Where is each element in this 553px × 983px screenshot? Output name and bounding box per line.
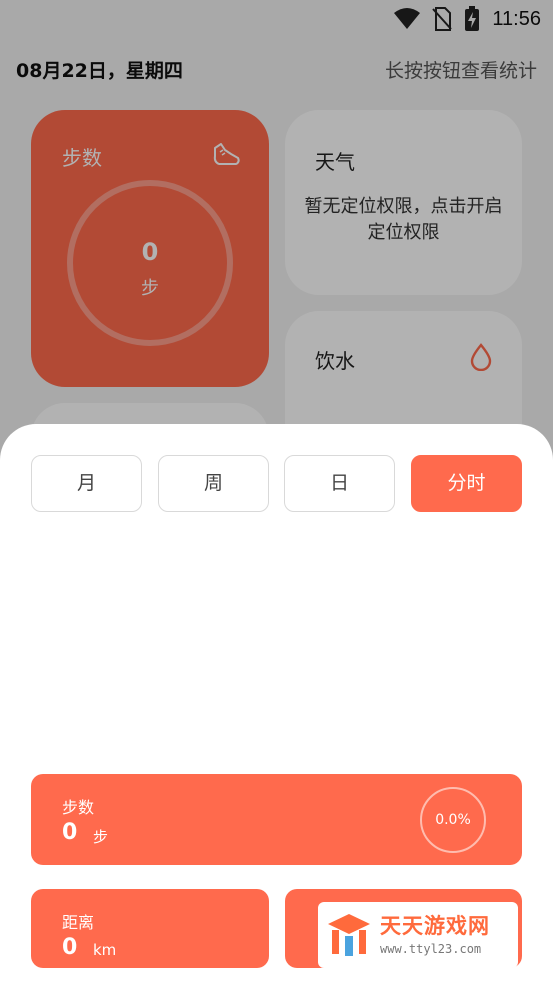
stats-bottom-sheet: 月 周 日 分时 步数 0 步 0.0% 距离 0 km <box>0 424 553 983</box>
steps-percent-ring: 0.0% <box>420 787 486 853</box>
steps-stat-label: 步数 <box>62 798 95 817</box>
site-watermark: 天天游戏网 www.ttyl23.com <box>318 902 518 968</box>
distance-stat-value: 0 <box>62 935 78 960</box>
distance-stat-unit: km <box>93 941 117 959</box>
tab-month[interactable]: 月 <box>31 455 142 512</box>
steps-stat-value: 0 <box>62 820 78 845</box>
watermark-url: www.ttyl23.com <box>380 942 482 956</box>
watermark-title: 天天游戏网 <box>380 914 490 938</box>
distance-stat-card[interactable]: 距离 0 km <box>31 889 269 968</box>
steps-stat-unit: 步 <box>93 828 109 846</box>
tab-hourly[interactable]: 分时 <box>411 455 522 512</box>
tab-week[interactable]: 周 <box>158 455 269 512</box>
tab-day[interactable]: 日 <box>284 455 395 512</box>
distance-stat-label: 距离 <box>62 913 95 932</box>
watermark-logo-icon <box>328 914 370 956</box>
steps-stat-card[interactable]: 步数 0 步 0.0% <box>31 774 522 865</box>
